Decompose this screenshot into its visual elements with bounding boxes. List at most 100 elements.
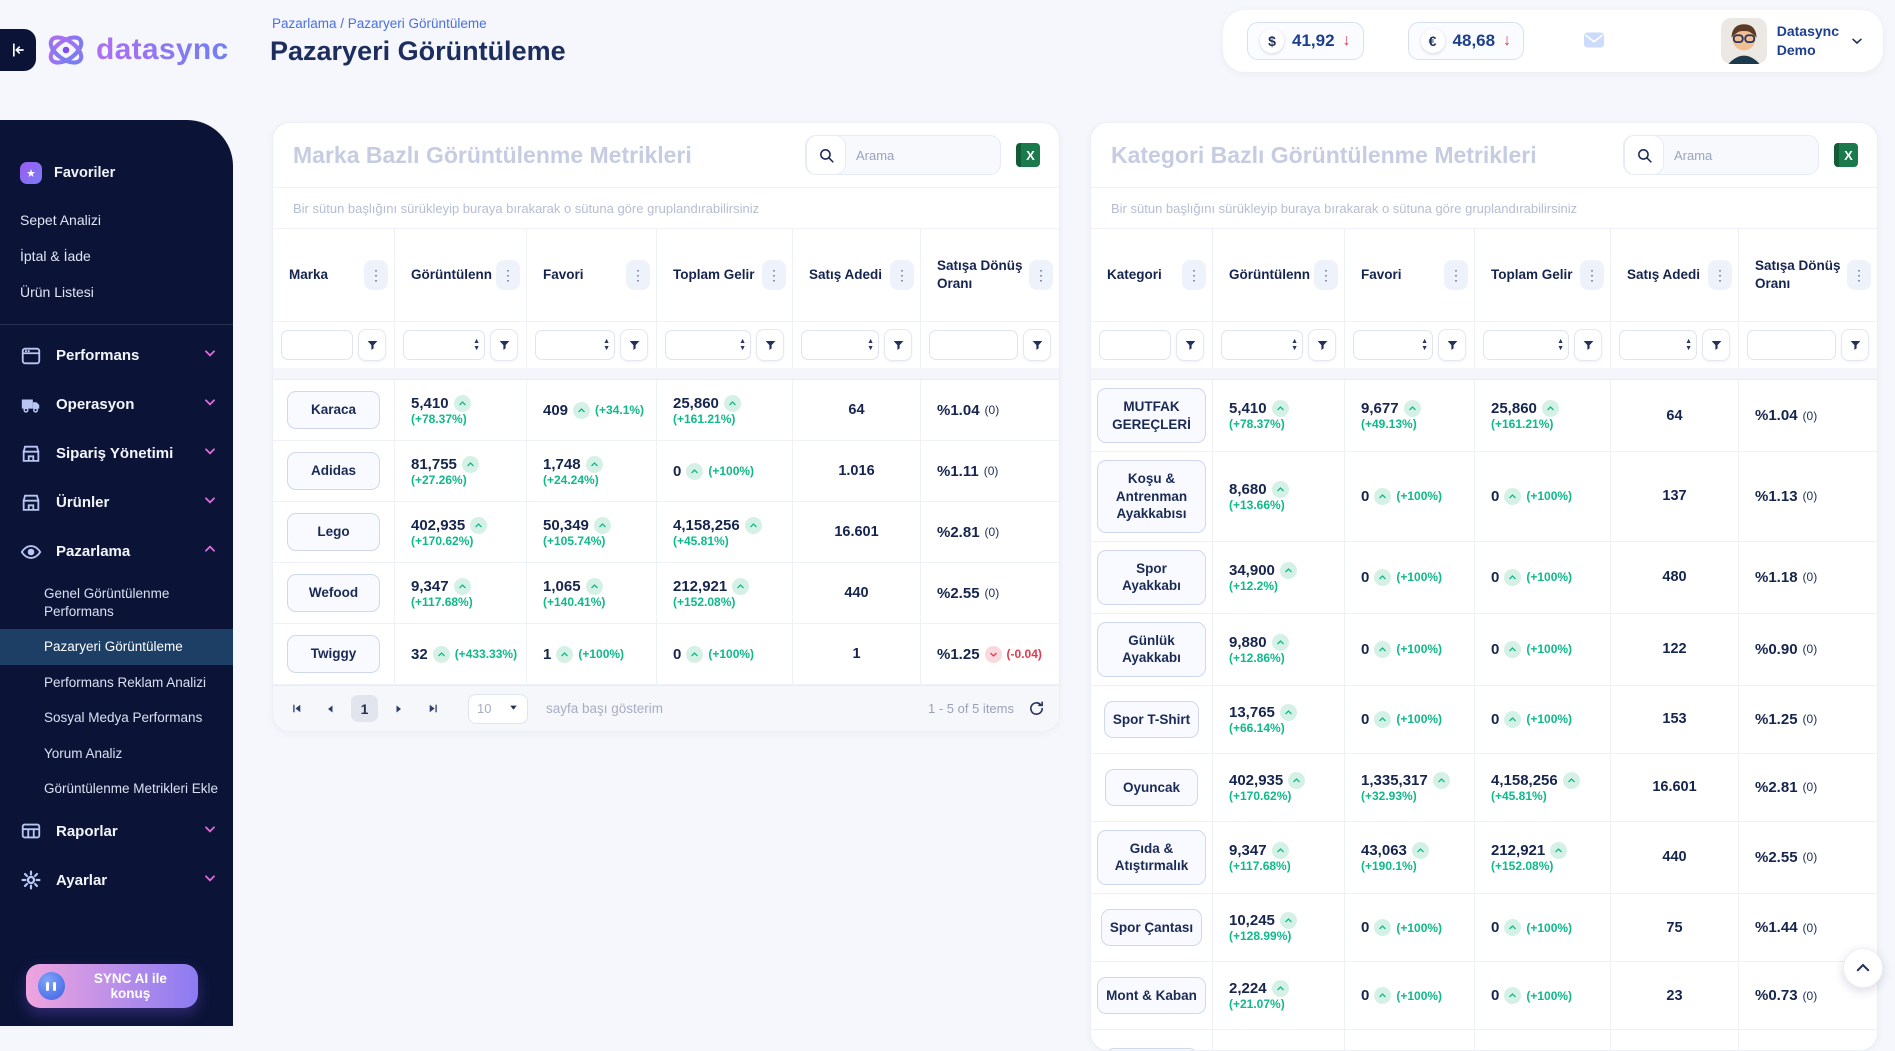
row-chip[interactable]: Twiggy [287,635,381,673]
excel-export-button[interactable]: X [1013,140,1043,170]
filter-input-views[interactable] [1222,338,1291,352]
column-menu-button[interactable]: ⋮ [1182,260,1206,290]
row-chip[interactable]: Spor T-Shirt [1104,701,1199,739]
spinner-down-icon[interactable]: ▼ [1291,345,1298,352]
filter-input-sales[interactable] [802,338,867,352]
column-menu-button[interactable]: ⋮ [496,260,520,290]
excel-export-button[interactable]: X [1831,140,1861,170]
row-chip[interactable]: Spor Ayakkabı [1097,550,1206,605]
group-by-hint[interactable]: Bir sütun başlığını sürükleyip buraya bı… [1091,187,1877,229]
filter-funnel-button[interactable] [1438,329,1466,361]
filter-funnel-button[interactable] [358,329,386,361]
column-menu-button[interactable]: ⋮ [1314,260,1338,290]
sidebar-item--r-n-listesi[interactable]: Ürün Listesi [0,274,233,310]
number-spinner[interactable]: ▲▼ [1685,338,1696,352]
spinner-up-icon[interactable]: ▲ [1291,338,1298,345]
row-chip[interactable]: Oyuncak [1105,769,1199,807]
sidebar-item-favoriler[interactable]: ★ Favoriler [0,158,233,188]
currency-pill-usd[interactable]: $41,92↓ [1247,22,1364,60]
spinner-down-icon[interactable]: ▼ [1421,345,1428,352]
sidebar-group-pazarlama[interactable]: Pazarlama [0,527,233,576]
search-input[interactable] [1664,148,1818,163]
filter-input-name[interactable] [282,338,352,352]
spinner-down-icon[interactable]: ▼ [473,345,480,352]
filter-funnel-button[interactable] [756,329,784,361]
filter-input-favorites[interactable] [536,338,603,352]
refresh-button[interactable] [1028,700,1045,717]
search-input[interactable] [846,148,1000,163]
filter-funnel-button[interactable] [884,329,912,361]
page-size-select[interactable]: 10 [468,694,528,724]
row-chip[interactable]: Günlük Ayakkabı [1097,622,1206,677]
filter-input-revenue[interactable] [666,338,739,352]
row-chip[interactable]: Adidas [287,452,381,490]
sidebar-item-i-ptal-i-ade[interactable]: İptal & İade [0,238,233,274]
column-menu-button[interactable]: ⋮ [1708,260,1732,290]
spinner-down-icon[interactable]: ▼ [1557,345,1564,352]
filter-input-name[interactable] [1100,338,1170,352]
last-page-button[interactable] [420,696,446,722]
sidebar-item-sosyal-medya-performans[interactable]: Sosyal Medya Performans [0,700,233,736]
number-spinner[interactable]: ▲▼ [1291,338,1302,352]
mail-button[interactable] [1580,28,1608,55]
filter-funnel-button[interactable] [1176,329,1204,361]
sidebar-group-raporlar[interactable]: Raporlar [0,807,233,856]
sidebar-item-yorum-analiz[interactable]: Yorum Analiz [0,736,233,772]
filter-funnel-button[interactable] [1574,329,1602,361]
sidebar-item-görüntülenme-metrikleri-ekle[interactable]: Görüntülenme Metrikleri Ekle [0,771,233,807]
user-menu[interactable]: Datasync Demo [1721,18,1865,64]
column-menu-button[interactable]: ⋮ [364,260,388,290]
row-chip[interactable]: Wefood [287,574,381,612]
number-spinner[interactable]: ▲▼ [867,338,878,352]
spinner-up-icon[interactable]: ▲ [1557,338,1564,345]
search-icon[interactable] [806,135,846,175]
row-chip[interactable]: Spor Çantası [1101,909,1202,947]
filter-input-revenue[interactable] [1484,338,1557,352]
filter-funnel-button[interactable] [620,329,648,361]
filter-funnel-button[interactable] [1308,329,1336,361]
sidebar-item-sepet-analizi[interactable]: Sepet Analizi [0,202,233,238]
spinner-up-icon[interactable]: ▲ [1421,338,1428,345]
column-menu-button[interactable]: ⋮ [1580,260,1604,290]
spinner-up-icon[interactable]: ▲ [867,338,874,345]
number-spinner[interactable]: ▲▼ [1557,338,1568,352]
filter-input-conversion[interactable] [1748,338,1835,352]
column-menu-button[interactable]: ⋮ [1847,260,1871,290]
current-page-button[interactable]: 1 [351,695,378,722]
sidebar-group-ayarlar[interactable]: Ayarlar [0,856,233,905]
row-chip[interactable]: Karaca [287,391,381,429]
row-chip[interactable]: Lego [287,513,381,551]
breadcrumb[interactable]: Pazarlama / Pazaryeri Görüntüleme [272,16,487,31]
spinner-up-icon[interactable]: ▲ [473,338,480,345]
row-chip[interactable]: Mont & Kaban [1097,977,1206,1015]
spinner-up-icon[interactable]: ▲ [739,338,746,345]
sidebar-group-urunler[interactable]: Ürünler [0,478,233,527]
spinner-down-icon[interactable]: ▼ [603,345,610,352]
row-chip[interactable]: MUTFAK GEREÇLERİ [1097,388,1206,443]
sync-ai-button[interactable]: SYNC AI ile konuş [26,964,198,1008]
column-menu-button[interactable]: ⋮ [1029,260,1053,290]
filter-funnel-button[interactable] [1702,329,1730,361]
filter-input-conversion[interactable] [930,338,1017,352]
currency-pill-eur[interactable]: €48,68↓ [1408,22,1525,60]
filter-input-views[interactable] [404,338,473,352]
filter-input-favorites[interactable] [1354,338,1421,352]
sidebar-group-operasyon[interactable]: Operasyon [0,380,233,429]
spinner-down-icon[interactable]: ▼ [1685,345,1692,352]
sidebar-item-genel-görüntülenme-performans[interactable]: Genel Görüntülenme Performans [0,576,233,629]
column-menu-button[interactable]: ⋮ [626,260,650,290]
column-menu-button[interactable]: ⋮ [762,260,786,290]
spinner-down-icon[interactable]: ▼ [739,345,746,352]
filter-input-sales[interactable] [1620,338,1685,352]
spinner-down-icon[interactable]: ▼ [867,345,874,352]
previous-page-button[interactable] [317,696,343,722]
row-chip[interactable]: Koşu & Antrenman Ayakkabısı [1097,460,1206,533]
number-spinner[interactable]: ▲▼ [1421,338,1432,352]
sidebar-group-performans[interactable]: Performans [0,331,233,380]
sidebar-item-performans-reklam-analizi[interactable]: Performans Reklam Analizi [0,665,233,701]
filter-funnel-button[interactable] [1023,329,1051,361]
group-by-hint[interactable]: Bir sütun başlığını sürükleyip buraya bı… [273,187,1059,229]
row-chip[interactable]: Gıda & Atıştırmalık [1097,830,1206,885]
filter-funnel-button[interactable] [1841,329,1869,361]
sidebar-item-pazaryeri-görüntüleme[interactable]: Pazaryeri Görüntüleme [0,629,233,665]
